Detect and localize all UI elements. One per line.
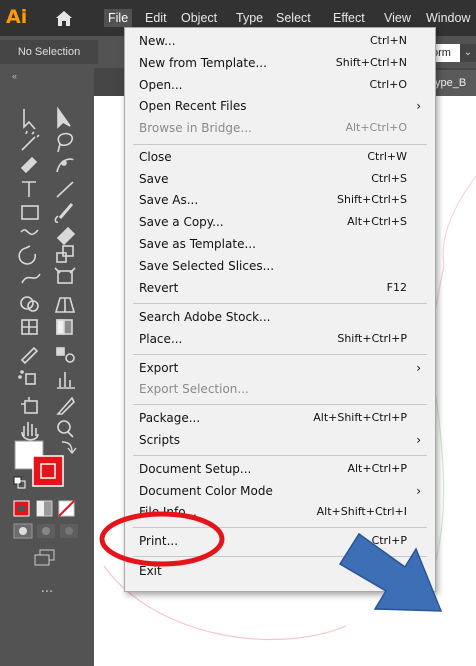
artboard-tool-icon[interactable] — [21, 397, 38, 414]
menu-item-open[interactable]: Open... Ctrl+O — [139, 75, 427, 95]
scale-tool-icon[interactable] — [56, 245, 74, 263]
mesh-tool-icon[interactable] — [21, 319, 38, 335]
menu-item-save-a-copy[interactable]: Save a Copy... Alt+Ctrl+S — [139, 212, 427, 232]
screen-mode-icon[interactable] — [34, 549, 55, 566]
menu-select[interactable]: Select — [276, 10, 311, 26]
selection-status: No Selection — [0, 40, 98, 64]
lasso-tool-icon[interactable] — [57, 132, 73, 153]
menu-item-new[interactable]: New... Ctrl+N — [139, 31, 427, 51]
menu-item-open-recent-files[interactable]: Open Recent Files › — [139, 96, 427, 116]
menu-item-save-as[interactable]: Save As... Shift+Ctrl+S — [139, 190, 427, 210]
menu-item-document-color-mode[interactable]: Document Color Mode › — [139, 481, 427, 501]
draw-behind-icon[interactable] — [37, 524, 55, 538]
menu-item-new-from-template[interactable]: New from Template... Shift+Ctrl+N — [139, 53, 427, 73]
menu-item-export[interactable]: Export › — [139, 358, 427, 378]
free-transform-tool-icon[interactable] — [54, 267, 76, 284]
slice-tool-icon[interactable] — [56, 396, 75, 415]
submenu-arrow-icon: › — [416, 361, 421, 375]
tools-grid: ... — [13, 106, 78, 596]
collapse-panel-icon[interactable]: « — [12, 71, 17, 81]
eraser-tool-icon[interactable] — [56, 226, 76, 246]
chevron-down-icon[interactable]: ⌄ — [460, 44, 476, 62]
more-tools-icon[interactable]: ... — [41, 581, 53, 596]
direct-selection-tool-icon[interactable] — [57, 106, 71, 129]
app-logo: Ai — [6, 6, 28, 28]
shape-builder-tool-icon[interactable] — [20, 296, 39, 312]
menu-item-search-adobe-stock[interactable]: Search Adobe Stock... — [139, 307, 427, 327]
menu-item-exit[interactable]: Exit — [139, 561, 427, 581]
menu-item-save-as-template[interactable]: Save as Template... — [139, 234, 427, 254]
menu-item-document-setup[interactable]: Document Setup... Alt+Ctrl+P — [139, 459, 427, 479]
submenu-arrow-icon: › — [416, 433, 421, 447]
eyedropper-tool-icon[interactable] — [20, 346, 39, 365]
pen-tool-icon[interactable] — [20, 156, 38, 174]
default-fill-stroke-icon[interactable] — [13, 476, 26, 489]
line-segment-tool-icon[interactable] — [56, 181, 74, 198]
submenu-arrow-icon: › — [416, 99, 421, 113]
menu-item-print[interactable]: Print... Ctrl+P — [139, 531, 427, 551]
menu-separator — [133, 455, 427, 456]
menu-item-file-info[interactable]: File Info... Alt+Shift+Ctrl+I — [139, 502, 427, 522]
blend-tool-icon[interactable] — [56, 347, 75, 363]
menu-separator — [133, 527, 427, 528]
draw-inside-icon[interactable] — [60, 524, 78, 538]
menu-edit[interactable]: Edit — [145, 10, 167, 26]
menu-item-revert[interactable]: Revert F12 — [139, 278, 427, 298]
menu-separator — [133, 556, 427, 557]
type-tool-icon[interactable] — [22, 181, 36, 197]
menu-view[interactable]: View — [384, 10, 411, 26]
shaper-tool-icon[interactable] — [20, 229, 39, 236]
perspective-grid-tool-icon[interactable] — [54, 297, 76, 313]
menu-item-browse-in-bridge: Browse in Bridge... Alt+Ctrl+O — [139, 121, 407, 135]
menu-item-save-selected-slices[interactable]: Save Selected Slices... — [139, 256, 427, 276]
menu-separator — [133, 404, 427, 405]
magic-wand-tool-icon[interactable] — [21, 130, 40, 151]
gradient-tool-icon[interactable] — [56, 319, 73, 335]
curvature-tool-icon[interactable] — [56, 158, 74, 173]
submenu-arrow-icon: › — [416, 484, 421, 498]
menu-window[interactable]: Window — [426, 10, 470, 26]
gradient-mode-icon[interactable] — [36, 500, 53, 517]
rectangle-tool-icon[interactable] — [21, 205, 39, 220]
menu-item-scripts[interactable]: Scripts › — [139, 430, 427, 450]
home-icon[interactable] — [55, 10, 73, 27]
menu-item-save[interactable]: Save Ctrl+S — [139, 169, 427, 189]
menu-file[interactable]: File — [104, 9, 133, 27]
menu-item-export-selection: Export Selection... — [139, 382, 249, 396]
draw-normal-icon[interactable] — [13, 523, 33, 539]
menu-separator — [133, 144, 427, 145]
symbol-sprayer-tool-icon[interactable] — [18, 370, 36, 385]
rotate-tool-icon[interactable] — [18, 245, 37, 265]
paintbrush-tool-icon[interactable] — [54, 203, 74, 223]
menu-object[interactable]: Object — [181, 10, 217, 26]
stroke-swatch[interactable] — [32, 455, 64, 487]
menu-item-place[interactable]: Place... Shift+Ctrl+P — [139, 329, 427, 349]
menu-type[interactable]: Type — [236, 10, 263, 26]
menu-separator — [133, 303, 427, 304]
menu-item-close[interactable]: Close Ctrl+W — [139, 147, 427, 167]
width-tool-icon[interactable] — [21, 273, 41, 284]
zoom-tool-icon[interactable] — [57, 420, 74, 438]
file-menu: New... Ctrl+N New from Template... Shift+C… — [124, 27, 436, 592]
menu-effect[interactable]: Effect — [333, 10, 365, 26]
selection-tool-icon[interactable] — [23, 109, 36, 130]
color-mode-icon[interactable] — [13, 500, 30, 517]
column-graph-tool-icon[interactable] — [57, 372, 75, 389]
hand-tool-icon[interactable] — [21, 422, 39, 441]
menu-separator — [133, 354, 427, 355]
swap-fill-stroke-icon[interactable] — [61, 441, 77, 455]
menu-item-package[interactable]: Package... Alt+Shift+Ctrl+P — [139, 408, 427, 428]
none-mode-icon[interactable] — [58, 500, 75, 517]
